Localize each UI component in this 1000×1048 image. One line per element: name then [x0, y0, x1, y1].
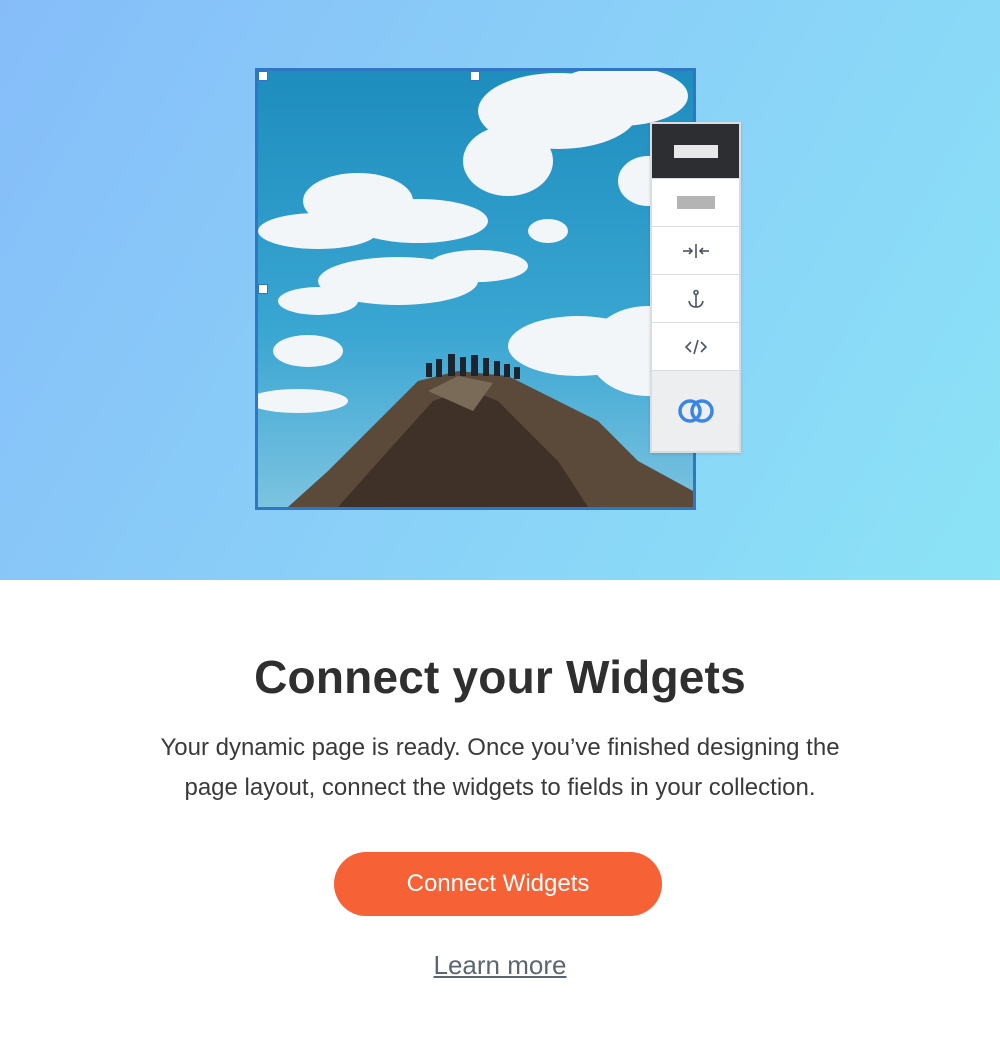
description-line-2: page layout, connect the widgets to fiel…: [184, 774, 816, 801]
mountain-photo: [258, 71, 693, 507]
layout-light-button[interactable]: [652, 179, 739, 227]
resize-handle-middle-left[interactable]: [258, 284, 268, 294]
stretch-icon: [681, 239, 711, 263]
description-line-1: Your dynamic page is ready. Once you’ve …: [160, 734, 840, 761]
layout-dark-icon: [673, 144, 718, 158]
page-title: Connect your Widgets: [254, 651, 746, 703]
embed-code-button[interactable]: [652, 323, 739, 371]
anchor-button[interactable]: [652, 275, 739, 323]
layout-dark-button[interactable]: [652, 124, 739, 179]
stretch-button[interactable]: [652, 227, 739, 275]
selected-image-widget[interactable]: [255, 68, 696, 510]
resize-handle-top-center[interactable]: [470, 71, 480, 81]
widget-side-toolbar: [650, 122, 741, 453]
learn-more-link[interactable]: Learn more: [0, 950, 1000, 981]
hero-illustration: [0, 0, 1000, 580]
layout-light-icon: [676, 196, 715, 209]
connect-widgets-button[interactable]: Connect Widgets: [334, 852, 662, 916]
connect-data-button[interactable]: [652, 371, 739, 451]
connect-data-icon: [676, 396, 716, 426]
anchor-icon: [681, 287, 711, 311]
resize-handle-top-left[interactable]: [258, 71, 268, 81]
embed-code-icon: [681, 335, 711, 359]
description: Your dynamic page is ready. Once you’ve …: [100, 728, 900, 808]
